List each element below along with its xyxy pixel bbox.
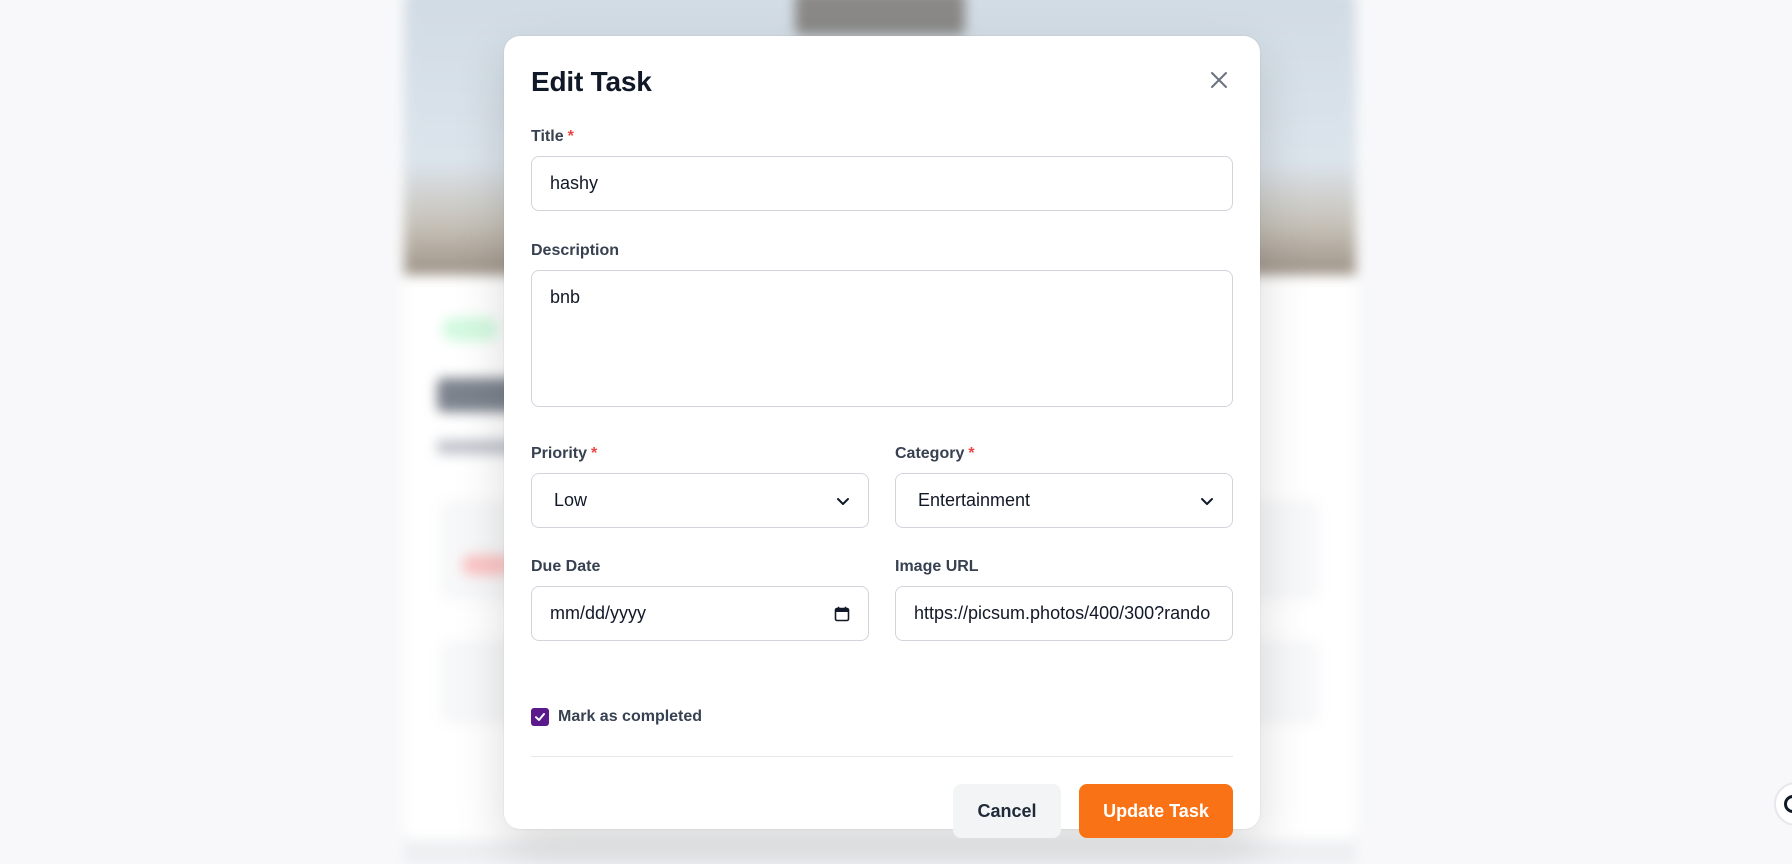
checkmark-icon bbox=[535, 713, 545, 721]
description-textarea[interactable]: bnb bbox=[531, 270, 1233, 407]
description-label: Description bbox=[531, 242, 620, 259]
category-select[interactable]: Entertainment bbox=[895, 473, 1233, 528]
chevron-down-icon bbox=[837, 497, 849, 505]
calendar-icon[interactable] bbox=[834, 606, 850, 622]
priority-label: Priority * bbox=[531, 445, 598, 462]
modal-actions: Cancel Update Task bbox=[953, 784, 1233, 838]
image-url-value: https://picsum.photos/400/300?rando bbox=[914, 603, 1211, 623]
due-date-label: Due Date bbox=[531, 558, 601, 575]
close-button[interactable] bbox=[1205, 66, 1233, 94]
description-field-group: Description bnb bbox=[531, 242, 1233, 412]
category-label: Category * bbox=[895, 445, 975, 462]
due-date-placeholder: mm/dd/yyyy bbox=[550, 603, 647, 623]
priority-select[interactable]: Low bbox=[531, 473, 869, 528]
title-field-group: Title * bbox=[531, 128, 1233, 211]
image-url-label: Image URL bbox=[895, 558, 979, 575]
modal-title: Edit Task bbox=[531, 66, 652, 97]
required-marker: * bbox=[591, 445, 598, 462]
category-selected-value: Entertainment bbox=[918, 490, 1031, 510]
completed-checkbox-row: Mark as completed bbox=[531, 708, 702, 726]
modal-header: Edit Task bbox=[531, 36, 1233, 136]
image-url-field-group: Image URL https://picsum.photos/400/300?… bbox=[895, 558, 1233, 641]
due-date-input[interactable]: mm/dd/yyyy bbox=[531, 586, 869, 641]
chevron-down-icon bbox=[1201, 497, 1213, 505]
footer-divider bbox=[531, 756, 1233, 757]
title-label: Title * bbox=[531, 128, 574, 145]
category-field-group: Category * Entertainment bbox=[895, 445, 1233, 528]
title-input[interactable] bbox=[531, 156, 1233, 211]
priority-field-group: Priority * Low bbox=[531, 445, 869, 528]
cancel-button[interactable]: Cancel bbox=[953, 784, 1061, 838]
close-icon bbox=[1211, 72, 1227, 88]
help-icon bbox=[1784, 795, 1792, 813]
completed-checkbox[interactable] bbox=[531, 708, 549, 726]
required-marker: * bbox=[567, 128, 574, 145]
update-task-button[interactable]: Update Task bbox=[1079, 784, 1233, 838]
due-date-field-group: Due Date mm/dd/yyyy bbox=[531, 558, 869, 641]
image-url-input[interactable]: https://picsum.photos/400/300?rando bbox=[895, 586, 1233, 641]
edit-task-modal: Edit Task Title* Description bnb Priorit… bbox=[504, 36, 1260, 838]
priority-selected-value: Low bbox=[554, 490, 588, 510]
required-marker: * bbox=[968, 445, 975, 462]
completed-checkbox-label[interactable]: Mark as completed bbox=[558, 708, 702, 726]
